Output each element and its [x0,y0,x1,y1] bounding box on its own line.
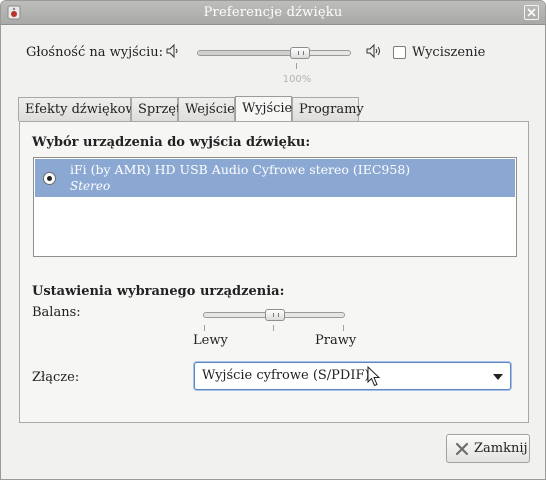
speaker-high-icon[interactable] [366,43,382,59]
balance-right-label: Prawy [315,333,357,348]
mouse-pointer-icon [367,366,381,387]
close-button-label: Zamknij [474,441,528,456]
settings-section-title: Ustawienia wybranego urządzenia: [32,284,285,299]
tab-sound-effects[interactable]: Efekty dźwiękowe [18,97,144,121]
connector-selected-value: Wyjście cyfrowe (S/PDIF) [202,368,370,383]
close-icon [527,8,536,17]
tab-output[interactable]: Wyjście [235,96,292,122]
device-row[interactable]: iFi (by AMR) HD USB Audio Cyfrowe stereo… [35,159,515,197]
connector-label: Złącze: [32,370,80,385]
device-name: iFi (by AMR) HD USB Audio Cyfrowe stereo… [70,162,411,177]
close-x-icon [455,442,469,456]
radio-selected-dot [47,176,52,181]
close-button[interactable]: Zamknij [446,434,530,463]
balance-center-tick [273,325,274,331]
balance-right-tick [343,325,344,331]
tab-input[interactable]: Wejście [178,97,235,121]
mute-label[interactable]: Wyciszenie [412,45,485,60]
sound-preferences-window: Preferencje dźwięku Głośność na wyjściu:… [0,0,546,480]
device-profile: Stereo [70,179,111,193]
balance-thumb[interactable] [265,309,285,321]
volume-100-tick [296,63,297,69]
chevron-down-icon [493,374,503,380]
output-device-list[interactable]: iFi (by AMR) HD USB Audio Cyfrowe stereo… [33,157,517,257]
connector-combo[interactable]: Wyjście cyfrowe (S/PDIF) [194,362,511,390]
output-tab-panel: Wybór urządzenia do wyjścia dźwięku: iFi… [19,121,529,423]
tab-hardware[interactable]: Sprzęt [131,97,181,121]
window-title: Preferencje dźwięku [203,5,343,20]
output-volume-value: 100% [282,74,312,85]
mute-checkbox[interactable] [393,46,406,59]
balance-label: Balans: [32,305,81,320]
device-radio[interactable] [43,172,56,185]
title-bar[interactable]: Preferencje dźwięku [1,1,545,25]
balance-left-label: Lewy [193,333,228,348]
device-section-title: Wybór urządzenia do wyjścia dźwięku: [32,135,311,150]
output-volume-fill [198,51,300,55]
balance-left-tick [204,325,205,331]
balance-slider[interactable] [203,309,345,321]
speaker-low-icon[interactable] [165,43,181,59]
window-close-button[interactable] [524,5,539,20]
output-volume-thumb[interactable] [289,47,310,59]
output-volume-label: Głośność na wyjściu: [26,45,164,60]
tab-applications[interactable]: Programy [292,97,364,121]
output-volume-slider[interactable] [197,47,351,59]
